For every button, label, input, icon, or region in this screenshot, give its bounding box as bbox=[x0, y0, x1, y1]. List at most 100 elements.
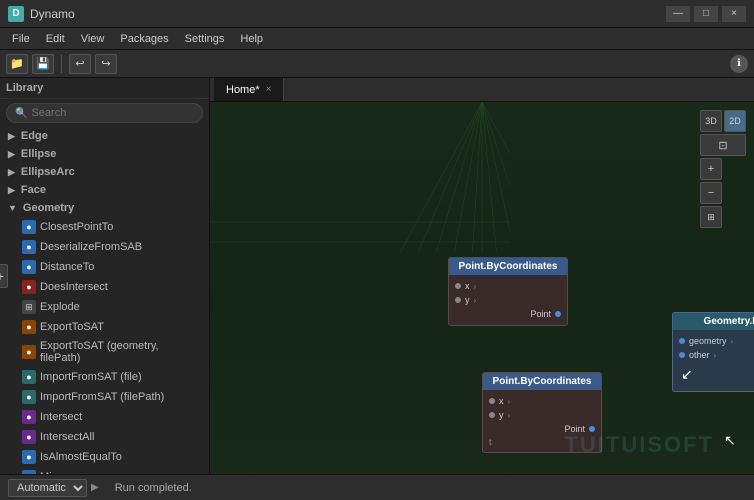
node-type-icon: ● bbox=[22, 260, 36, 274]
sidebar-item-edge[interactable]: ▶ Edge bbox=[0, 127, 209, 145]
port-dot-out1 bbox=[555, 311, 561, 317]
sidebar-item-face[interactable]: ▶ Face bbox=[0, 181, 209, 199]
redo-button[interactable]: ↪ bbox=[95, 54, 117, 74]
menu-item-packages[interactable]: Packages bbox=[112, 31, 176, 47]
canvas-area[interactable]: Home* × bbox=[210, 78, 754, 474]
sidebar-item-deserializefromsab[interactable]: ● DeserializeFromSAB bbox=[0, 237, 209, 257]
sidebar-item-intersect[interactable]: ● Intersect bbox=[0, 407, 209, 427]
toolbar-separator bbox=[61, 55, 62, 73]
sidebar-list: ▶ Edge ▶ Ellipse ▶ EllipseArc ▶ Face ▼ G… bbox=[0, 127, 209, 474]
node-type-icon: ● bbox=[22, 410, 36, 424]
menu-item-help[interactable]: Help bbox=[232, 31, 271, 47]
port-dot-out2 bbox=[589, 426, 595, 432]
info-button[interactable]: ℹ bbox=[730, 55, 748, 73]
port-dot-other bbox=[679, 352, 685, 358]
node-port-geometry: geometry › double bbox=[673, 334, 754, 348]
node-port-y2: y › bbox=[483, 408, 601, 422]
node-point2-title: Point.ByCoordinates bbox=[483, 373, 601, 390]
chevron-right-icon: ▶ bbox=[8, 185, 15, 196]
save-button[interactable]: 💾 bbox=[32, 54, 54, 74]
menu-item-settings[interactable]: Settings bbox=[177, 31, 233, 47]
fit-view-button[interactable]: ⊡ bbox=[700, 134, 746, 156]
main-layout: + Library 🔍 ▶ Edge ▶ Ellipse ▶ EllipseAr… bbox=[0, 78, 754, 474]
menu-item-edit[interactable]: Edit bbox=[38, 31, 73, 47]
menu-item-view[interactable]: View bbox=[73, 31, 113, 47]
zoom-in-button[interactable]: + bbox=[700, 158, 722, 180]
port-dot-x1 bbox=[455, 283, 461, 289]
status-text: Run completed. bbox=[115, 482, 192, 494]
node-type-icon: ● bbox=[22, 450, 36, 464]
open-button[interactable]: 📁 bbox=[6, 54, 28, 74]
node-point1-title: Point.ByCoordinates bbox=[449, 258, 567, 275]
node-point1[interactable]: Point.ByCoordinates x › y › Point bbox=[448, 257, 568, 326]
app-icon: D bbox=[8, 6, 24, 22]
undo-button[interactable]: ↩ bbox=[69, 54, 91, 74]
sidebar-item-ellipsearc[interactable]: ▶ EllipseArc bbox=[0, 163, 209, 181]
node-type-icon: ● bbox=[22, 280, 36, 294]
zoom-out-button[interactable]: − bbox=[700, 182, 722, 204]
tab-home[interactable]: Home* × bbox=[214, 78, 284, 101]
view-3d-button[interactable]: 3D bbox=[700, 110, 722, 132]
search-box: 🔍 bbox=[6, 103, 203, 123]
port-dot-geometry bbox=[679, 338, 685, 344]
node-distance-body: geometry › double other › ↙ bbox=[673, 330, 754, 391]
node-type-icon: ● bbox=[22, 220, 36, 234]
grid-background bbox=[210, 102, 510, 252]
sidebar-item-explode[interactable]: ⊞ Explode bbox=[0, 297, 209, 317]
chevron-right-icon: ▶ bbox=[8, 131, 15, 142]
node-type-icon: ● bbox=[22, 370, 36, 384]
close-button[interactable]: × bbox=[722, 6, 746, 22]
maximize-button[interactable]: □ bbox=[694, 6, 718, 22]
chevron-down-icon: ▼ bbox=[8, 203, 17, 213]
menu-item-file[interactable]: File bbox=[4, 31, 38, 47]
run-mode-select[interactable]: Automatic bbox=[8, 479, 87, 497]
node-distance-title: Geometry.DistanceTo bbox=[673, 313, 754, 330]
port-dot-y1 bbox=[455, 297, 461, 303]
sidebar-item-importfromsat2[interactable]: ● ImportFromSAT (filePath) bbox=[0, 387, 209, 407]
node-type-icon: ● bbox=[22, 240, 36, 254]
sidebar-item-exporttosat2[interactable]: ● ExportToSAT (geometry, filePath) bbox=[0, 337, 209, 367]
node-type-icon: ● bbox=[22, 430, 36, 444]
node-port-other: other › bbox=[673, 348, 754, 362]
search-icon: 🔍 bbox=[15, 108, 27, 119]
view-2d-button[interactable]: 2D bbox=[724, 110, 746, 132]
node-point2[interactable]: Point.ByCoordinates x › y › Point bbox=[482, 372, 602, 453]
minimize-button[interactable]: — bbox=[666, 6, 690, 22]
sidebar-item-exporttosat1[interactable]: ● ExportToSAT bbox=[0, 317, 209, 337]
node-port-out1: Point bbox=[449, 307, 567, 321]
canvas-cursor: ↖ bbox=[724, 432, 740, 448]
chevron-right-icon: ▶ bbox=[8, 149, 15, 160]
node-point2-body: x › y › Point t bbox=[483, 390, 601, 452]
port-dot-y2 bbox=[489, 412, 495, 418]
sidebar-item-ellipse[interactable]: ▶ Ellipse bbox=[0, 145, 209, 163]
sidebar-item-doesintersect[interactable]: ● DoesIntersect bbox=[0, 277, 209, 297]
add-to-canvas-button[interactable]: + bbox=[0, 264, 8, 288]
node-cursor-indicator: ↙ bbox=[673, 362, 754, 387]
chevron-right-icon: ▶ bbox=[8, 167, 15, 178]
zoom-fit-button[interactable]: ⊞ bbox=[700, 206, 722, 228]
search-input[interactable] bbox=[31, 107, 194, 119]
sidebar-item-intersectall[interactable]: ● IntersectAll bbox=[0, 427, 209, 447]
node-port-y1: y › bbox=[449, 293, 567, 307]
sidebar-item-distanceto[interactable]: ● DistanceTo bbox=[0, 257, 209, 277]
run-arrow-icon: ▶ bbox=[91, 482, 99, 493]
node-point1-body: x › y › Point bbox=[449, 275, 567, 325]
node-type-icon: ● bbox=[22, 470, 36, 474]
tab-bar: Home* × bbox=[210, 78, 754, 102]
node-type-icon: ⊞ bbox=[22, 300, 36, 314]
sidebar-item-mirror[interactable]: ● Mirror bbox=[0, 467, 209, 474]
sidebar-item-closestpointto[interactable]: ● ClosestPointTo bbox=[0, 217, 209, 237]
sidebar-item-geometry[interactable]: ▼ Geometry bbox=[0, 199, 209, 217]
tab-close-icon[interactable]: × bbox=[266, 84, 272, 95]
sidebar-item-importfromsat1[interactable]: ● ImportFromSAT (file) bbox=[0, 367, 209, 387]
window-controls: — □ × bbox=[666, 6, 746, 22]
menubar: FileEditViewPackagesSettingsHelp bbox=[0, 28, 754, 50]
node-distanceto[interactable]: Geometry.DistanceTo geometry › double ot… bbox=[672, 312, 754, 392]
viewport[interactable]: Point.ByCoordinates x › y › Point bbox=[210, 102, 754, 474]
toolbar: 📁 💾 ↩ ↪ ℹ bbox=[0, 50, 754, 78]
run-mode: Automatic ▶ bbox=[8, 479, 99, 497]
sidebar-item-isalmostequal[interactable]: ● IsAlmostEqualTo bbox=[0, 447, 209, 467]
node-type-icon: ● bbox=[22, 345, 36, 359]
node-type-icon: ● bbox=[22, 390, 36, 404]
node-port-x1: x › bbox=[449, 279, 567, 293]
